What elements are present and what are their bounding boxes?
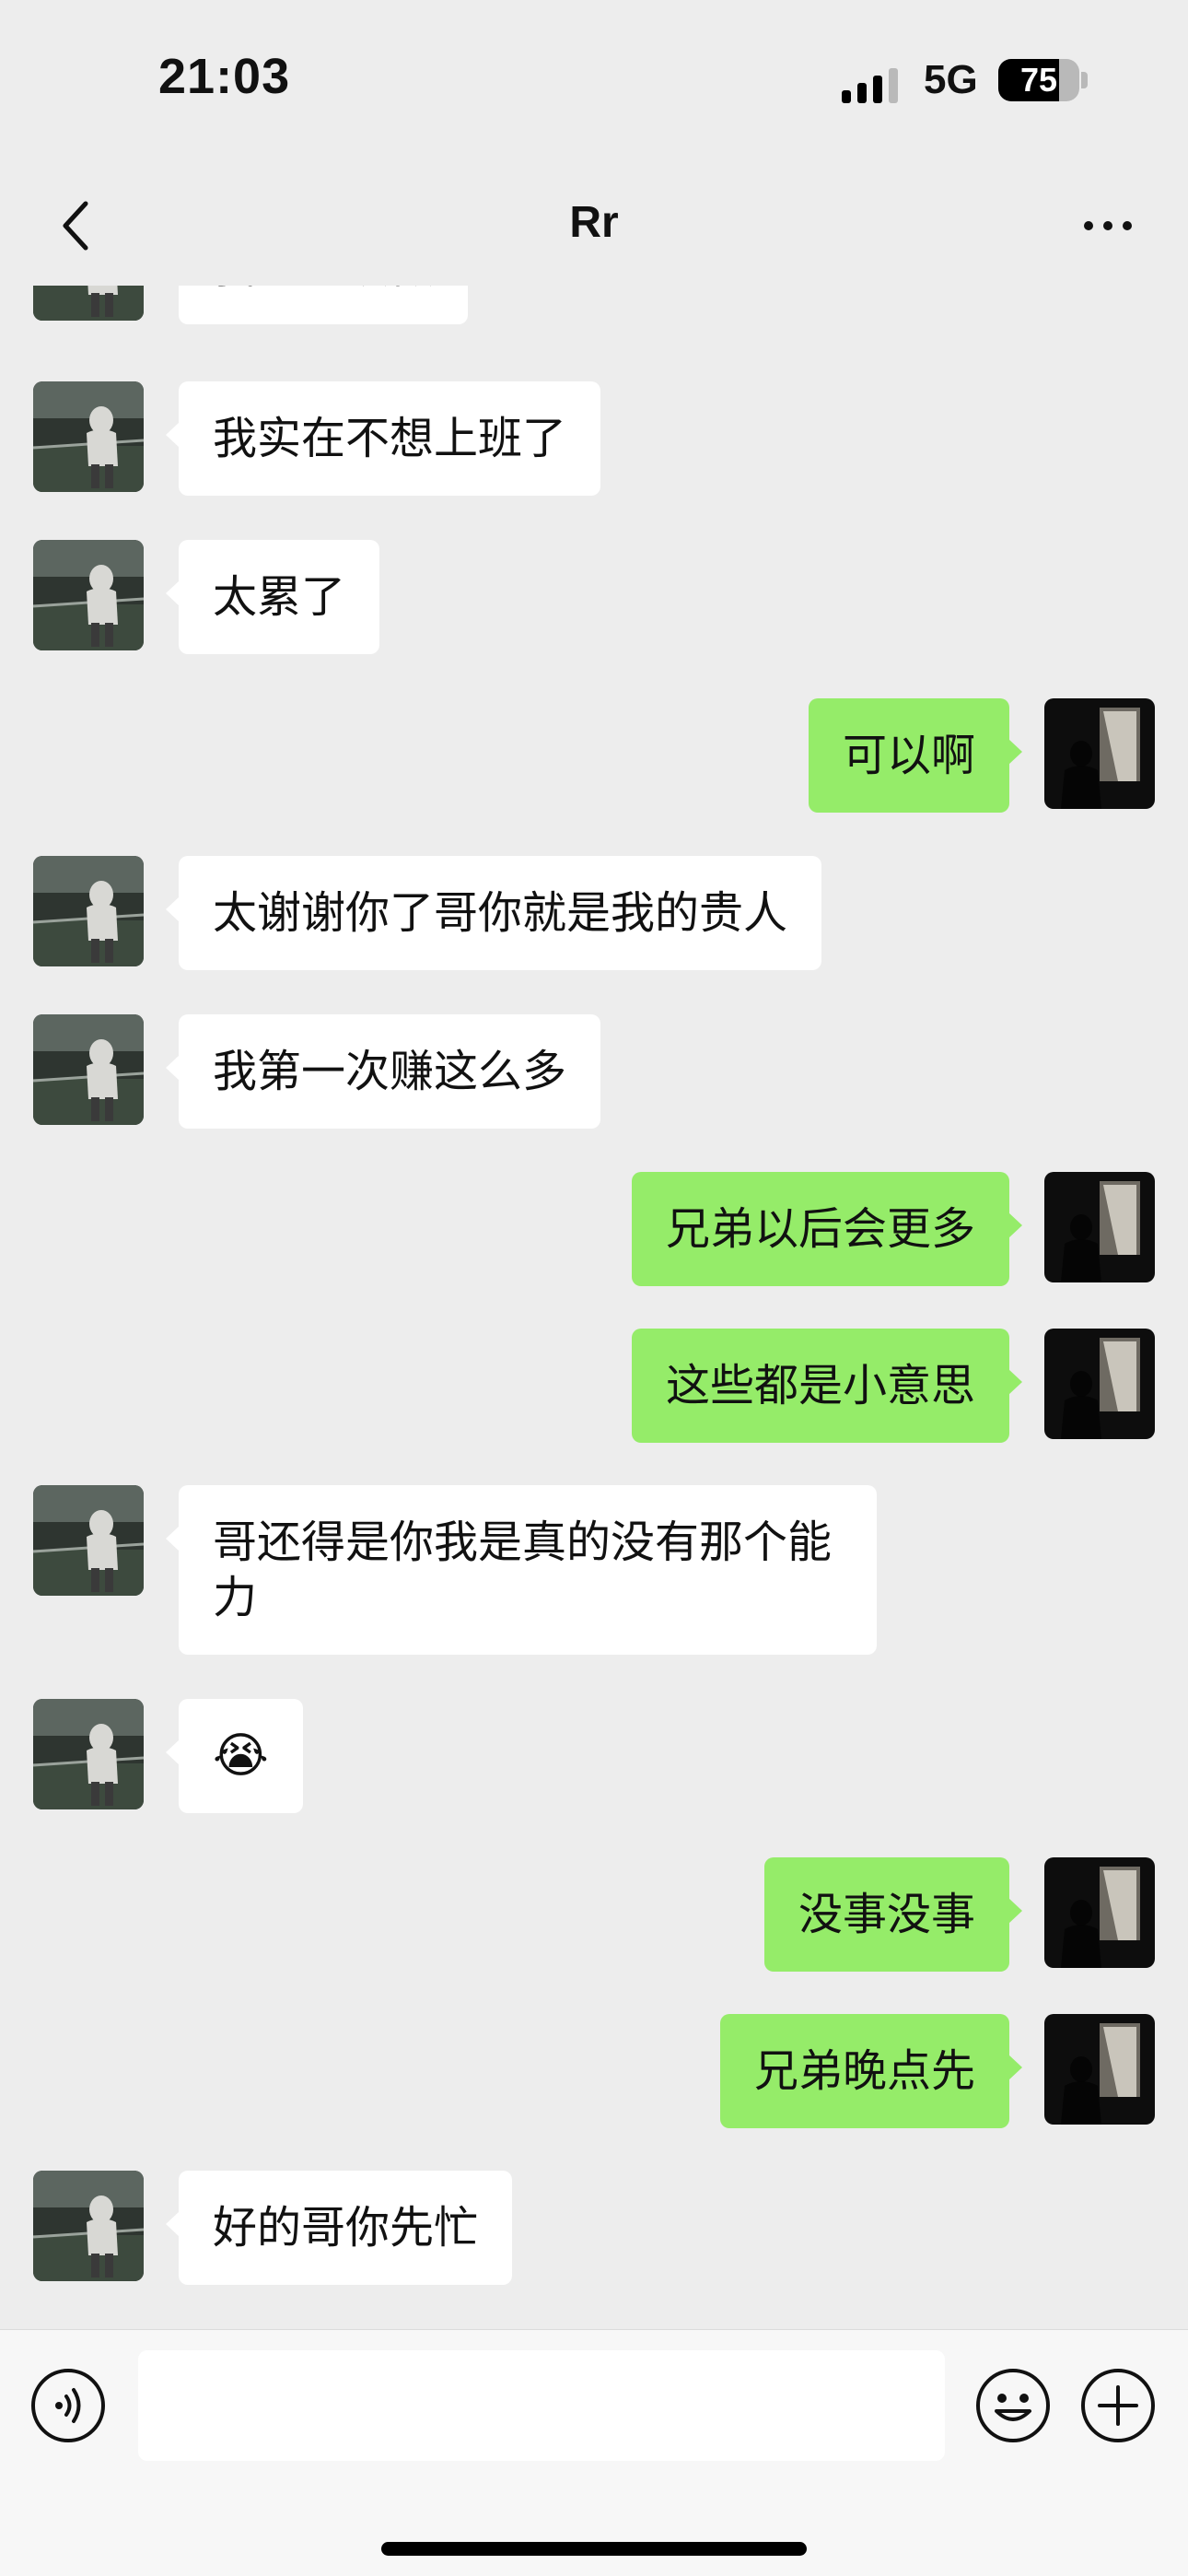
- contact-avatar[interactable]: [33, 381, 144, 492]
- status-time: 21:03: [158, 49, 291, 104]
- sent-message-bubble[interactable]: 没事没事: [763, 1857, 1023, 1972]
- received-message-bubble[interactable]: 哥还得是你我是真的没有那个能力: [166, 1485, 877, 1655]
- received-message-bubble[interactable]: 我第一次赚这么多: [165, 1014, 601, 1129]
- my-avatar[interactable]: [1044, 698, 1155, 809]
- more-button[interactable]: [1066, 193, 1149, 258]
- received-message-bubble[interactable]: 太累了: [165, 540, 380, 654]
- my-avatar[interactable]: [1044, 1172, 1155, 1282]
- signal-icon: [842, 63, 898, 103]
- plus-icon: [1081, 2369, 1155, 2442]
- chat-header: Rr: [0, 157, 1188, 286]
- received-emoji-bubble[interactable]: 😭: [166, 1699, 303, 1813]
- more-dots-icon: [1084, 221, 1132, 230]
- received-message-bubble[interactable]: 好的哥你先忙: [165, 2171, 513, 2285]
- sent-message-bubble[interactable]: 兄弟晚点先: [719, 2014, 1023, 2128]
- contact-avatar[interactable]: [33, 1485, 144, 1596]
- home-indicator[interactable]: [381, 2542, 807, 2556]
- sent-message-bubble[interactable]: 兄弟以后会更多: [631, 1172, 1023, 1286]
- emoji-button[interactable]: [974, 2367, 1052, 2444]
- status-bar: 21:03 5G 75: [0, 0, 1188, 157]
- sent-message-bubble[interactable]: 可以啊: [808, 698, 1023, 813]
- message-input[interactable]: [138, 2350, 945, 2461]
- sent-message-bubble[interactable]: 这些都是小意思: [631, 1329, 1023, 1443]
- my-avatar[interactable]: [1044, 2014, 1155, 2125]
- contact-avatar[interactable]: [33, 856, 144, 966]
- my-avatar[interactable]: [1044, 1329, 1155, 1439]
- network-type: 5G: [924, 57, 978, 102]
- more-functions-button[interactable]: [1079, 2367, 1157, 2444]
- voice-icon: [31, 2369, 105, 2442]
- received-message-bubble[interactable]: 我想继续做: [179, 286, 469, 324]
- contact-avatar[interactable]: [33, 286, 144, 321]
- battery-cap: [1081, 72, 1088, 88]
- received-message-bubble[interactable]: 太谢谢你了哥你就是我的贵人: [165, 856, 822, 970]
- received-message-bubble[interactable]: 我实在不想上班了: [165, 381, 601, 496]
- contact-avatar[interactable]: [33, 540, 144, 650]
- chat-title: Rr: [569, 198, 619, 247]
- contact-avatar[interactable]: [33, 2171, 144, 2281]
- battery-level: 75: [1019, 61, 1058, 99]
- message-list[interactable]: 我想继续做 我实在不想上班了 太累了 可以啊 太谢谢你了哥你就是我的贵人 我第一…: [0, 286, 1188, 2329]
- contact-avatar[interactable]: [33, 1699, 144, 1809]
- emoji-icon: [976, 2369, 1050, 2442]
- my-avatar[interactable]: [1044, 1857, 1155, 1968]
- input-bar: [0, 2329, 1188, 2576]
- contact-avatar[interactable]: [33, 1014, 144, 1125]
- battery-icon: 75: [998, 59, 1079, 101]
- voice-button[interactable]: [29, 2367, 107, 2444]
